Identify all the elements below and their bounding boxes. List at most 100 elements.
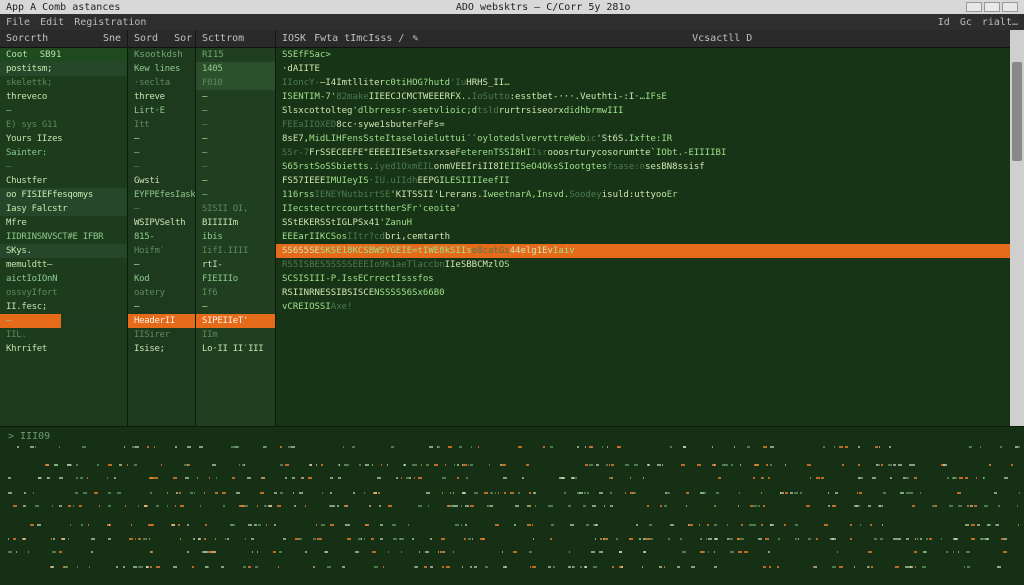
list-item[interactable]: — bbox=[128, 132, 195, 146]
list-item[interactable]: IIDRINSNVSCT#E IFBR bbox=[0, 230, 127, 244]
list-item[interactable]: threve bbox=[128, 90, 195, 104]
list-item[interactable]: memuldtt— bbox=[0, 258, 127, 272]
window-buttons[interactable] bbox=[966, 2, 1018, 12]
code-line[interactable]: FEEaIIOXED 8cc·sywe1sbuter FeFs= bbox=[276, 118, 1024, 132]
minimize-button[interactable] bbox=[966, 2, 982, 12]
list-item[interactable]: — bbox=[196, 146, 275, 160]
side-panel-c[interactable]: Scttrom RI15 1405F010————————SISII OI,BI… bbox=[196, 30, 276, 426]
list-item[interactable]: 1405 bbox=[196, 62, 275, 76]
list-item[interactable]: oatery bbox=[128, 286, 195, 300]
list-item[interactable]: — bbox=[0, 160, 127, 174]
code-line[interactable]: Slsx cottolteg 'dlbrres sr-ssetvlioic;d … bbox=[276, 104, 1024, 118]
list-item[interactable]: skelettk; bbox=[0, 76, 127, 90]
code-line[interactable]: SSr-7 FrSSECEEFE"EEEEIIESets xrxse Feter… bbox=[276, 146, 1024, 160]
code-line[interactable]: S65rst SoSSbietts. iyed1OxmEIL onmVEEIri… bbox=[276, 160, 1024, 174]
list-item[interactable]: Khrrifet bbox=[0, 342, 127, 356]
list-item[interactable]: — bbox=[196, 188, 275, 202]
code-line[interactable]: IIecstectrccourtsttherSFr 'ceoita' bbox=[276, 202, 1024, 216]
code-line[interactable]: ISEN TIM-7' 82make IIEECJCMCTWEEER FX . … bbox=[276, 90, 1024, 104]
editor-scrollbar[interactable] bbox=[1010, 30, 1024, 426]
list-item[interactable]: Kod bbox=[128, 272, 195, 286]
scrollbar-thumb[interactable] bbox=[1012, 62, 1022, 161]
menu-item[interactable]: rialt… bbox=[982, 17, 1018, 28]
list-item[interactable]: — bbox=[128, 146, 195, 160]
list-item[interactable]: Chustfer bbox=[0, 174, 127, 188]
list-item[interactable]: FIEIIIo bbox=[196, 272, 275, 286]
list-item[interactable]: — bbox=[196, 118, 275, 132]
list-item[interactable]: Yours IIzes bbox=[0, 132, 127, 146]
list-item[interactable]: — bbox=[128, 160, 195, 174]
list-item[interactable]: IIm bbox=[196, 328, 275, 342]
edit-icon[interactable]: ✎ bbox=[412, 33, 418, 44]
code-line[interactable]: SStEKERSStIGLPS x41 'ZanuH bbox=[276, 216, 1024, 230]
list-item[interactable]: — bbox=[128, 202, 195, 216]
list-item[interactable]: aictIoIOnN bbox=[0, 272, 127, 286]
list-item[interactable]: oo FISIEFfesqomys bbox=[0, 188, 127, 202]
list-item[interactable]: Isise; bbox=[128, 342, 195, 356]
list-item[interactable]: II.fesc; bbox=[0, 300, 127, 314]
code-line[interactable]: ·dAIITE bbox=[276, 62, 1024, 76]
list-item[interactable]: WSIPVSelth bbox=[128, 216, 195, 230]
list-item[interactable]: BIIIIIm bbox=[196, 216, 275, 230]
list-item[interactable]: IISirer bbox=[128, 328, 195, 342]
list-item[interactable]: Itt bbox=[128, 118, 195, 132]
list-item[interactable]: — bbox=[196, 132, 275, 146]
code-line[interactable]: SS6 S5SE SKSE18KCSBWSYGEIE=tIWE8kS IIs e… bbox=[276, 244, 1024, 258]
list-item[interactable]: E) sys G11 bbox=[0, 118, 127, 132]
list-item[interactable]: Mfre bbox=[0, 216, 127, 230]
list-item[interactable]: F010 bbox=[196, 76, 275, 90]
list-item[interactable]: — bbox=[196, 90, 275, 104]
console-panel[interactable]: > III09 bbox=[0, 426, 1024, 585]
list-item[interactable]: If6 bbox=[196, 286, 275, 300]
list-item[interactable]: Kew lines bbox=[128, 62, 195, 76]
list-item[interactable]: IIL. bbox=[0, 328, 127, 342]
code-line[interactable]: 8sE7, MidLIHFensSsteItaseloieluttui′ ′oy… bbox=[276, 132, 1024, 146]
tab-label[interactable]: IOSK bbox=[282, 33, 306, 44]
list-item[interactable]: — bbox=[196, 160, 275, 174]
list-item[interactable]: SISII OI, bbox=[196, 202, 275, 216]
code-line[interactable]: FS57 IEEE IMUIey IS ·IU.uIIdh EE PGI LES… bbox=[276, 174, 1024, 188]
list-item[interactable]: Iasy Falcstr bbox=[0, 202, 127, 216]
list-item[interactable]: ibis bbox=[196, 230, 275, 244]
menu-item[interactable]: File bbox=[6, 17, 30, 28]
code-line[interactable]: 116rss IENEYNutbirtSE 'KITSSII 'Lrerans.… bbox=[276, 188, 1024, 202]
breadcrumb[interactable]: Fwta tImcIsss / bbox=[314, 33, 404, 44]
list-item[interactable]: — bbox=[0, 104, 127, 118]
list-item[interactable]: SKys. bbox=[0, 244, 127, 258]
menu-item[interactable]: Gc bbox=[960, 17, 972, 28]
list-item[interactable]: Lirt·E bbox=[128, 104, 195, 118]
list-item[interactable]: Lo·II II′III bbox=[196, 342, 275, 356]
list-item[interactable]: IifI.IIII bbox=[196, 244, 275, 258]
code-line[interactable]: EEEarIIKCSos IItr?cd bri, cemtarth bbox=[276, 230, 1024, 244]
code-line[interactable]: IIoncY- –I4 Imtlliter c0tiH OG?hutd 'Iu … bbox=[276, 76, 1024, 90]
code-line[interactable]: RSIIN RNESSIBSISCE NSSSS56Sx66B0 bbox=[276, 286, 1024, 300]
list-item[interactable]: 815- bbox=[128, 230, 195, 244]
editor-panel[interactable]: IOSK Fwta tImcIsss / ✎ Vcsactll D SSEfFS… bbox=[276, 30, 1024, 426]
list-item[interactable]: Hoifm` bbox=[128, 244, 195, 258]
side-panel-a[interactable]: Sorcrth Sne Coot SB91 postitsm;skelettk;… bbox=[0, 30, 128, 426]
list-item[interactable]: — bbox=[196, 174, 275, 188]
menu-item[interactable]: Edit bbox=[40, 17, 64, 28]
list-item[interactable]: SIPEIIeT' bbox=[196, 314, 275, 328]
list-item[interactable]: HeaderII bbox=[128, 314, 195, 328]
list-item[interactable]: — bbox=[196, 104, 275, 118]
list-item[interactable]: EYFPEfesIask bbox=[128, 188, 195, 202]
list-item[interactable]: ·seclta bbox=[128, 76, 195, 90]
list-item[interactable]: — bbox=[0, 314, 127, 328]
list-item[interactable]: threveco bbox=[0, 90, 127, 104]
list-item[interactable]: Sainter: bbox=[0, 146, 127, 160]
code-line[interactable]: vCREIOSSI Axe! bbox=[276, 300, 1024, 314]
code-line[interactable]: SSEfFSac> bbox=[276, 48, 1024, 62]
menu-item[interactable]: Id bbox=[938, 17, 950, 28]
list-item[interactable]: — bbox=[196, 300, 275, 314]
list-item[interactable]: — bbox=[128, 300, 195, 314]
side-panel-b[interactable]: Sord Sor Ksootkdsh Kew lines·secltathrev… bbox=[128, 30, 196, 426]
list-item[interactable]: Gwsti bbox=[128, 174, 195, 188]
list-item[interactable]: ossvyIfort bbox=[0, 286, 127, 300]
maximize-button[interactable] bbox=[984, 2, 1000, 12]
list-item[interactable]: — bbox=[128, 258, 195, 272]
list-item[interactable]: postitsm; bbox=[0, 62, 127, 76]
code-line[interactable]: SCSISIII-P.IssECrrectIsssfos bbox=[276, 272, 1024, 286]
list-item[interactable]: rtI- bbox=[196, 258, 275, 272]
code-line[interactable]: RS5ISBES5SSSSEEEIo9K1aeTlaccbn IIeSBB CM… bbox=[276, 258, 1024, 272]
